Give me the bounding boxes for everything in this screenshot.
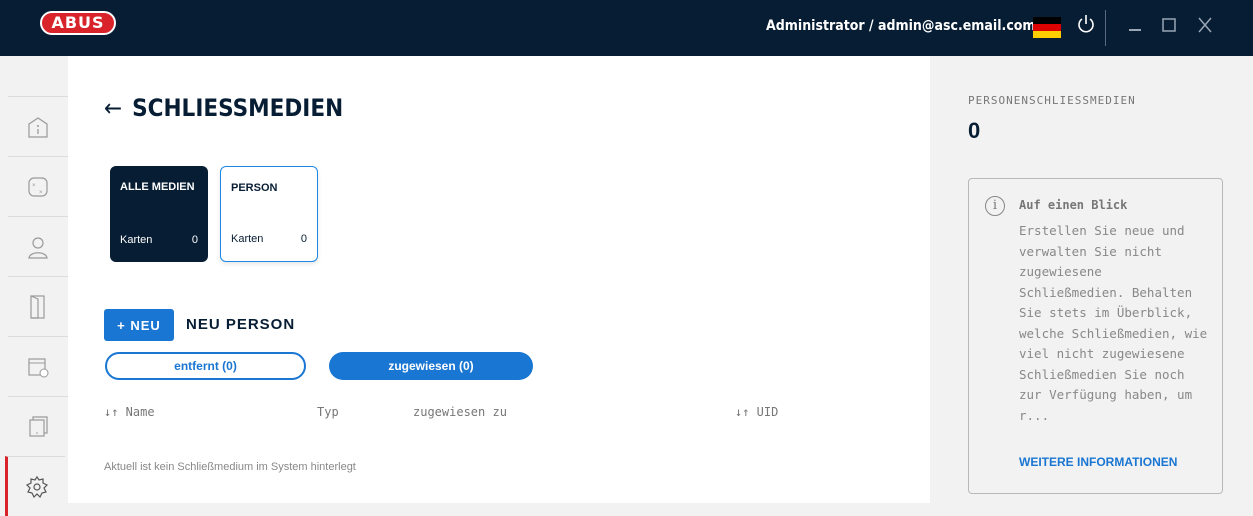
person-media-label: PERSONENSCHLIESSMEDIEN: [968, 94, 1136, 107]
calculator-icon: ××: [28, 176, 48, 197]
info-icon: [28, 116, 48, 138]
card-all-media[interactable]: ALLE MEDIEN Karten 0: [110, 166, 208, 262]
sidebar-item-settings[interactable]: [5, 456, 65, 516]
more-info-link[interactable]: WEITERE INFORMATIONEN: [1019, 455, 1177, 469]
right-panel: PERSONENSCHLIESSMEDIEN 0 i Auf einen Bli…: [930, 56, 1253, 503]
card-count-value: 0: [191, 234, 198, 246]
column-header-name[interactable]: ↓↑ Name: [104, 405, 155, 419]
sidebar-item-doors[interactable]: [8, 276, 68, 336]
card-count-value: 0: [300, 233, 307, 245]
column-header-assigned-to: zugewiesen zu: [413, 405, 507, 419]
main-content: ← SCHLIESSMEDIEN ALLE MEDIEN Karten 0 PER…: [68, 56, 930, 503]
info-box: i Auf einen Blick Erstellen Sie neue und…: [968, 178, 1223, 494]
page-title: SCHLIESSMEDIEN: [132, 94, 344, 122]
power-icon[interactable]: [1076, 12, 1096, 42]
removed-filter-button[interactable]: entfernt (0): [105, 352, 306, 380]
new-person-label: NEU PERSON: [186, 316, 296, 333]
sidebar-item-calculator[interactable]: × ×: [8, 156, 68, 216]
sidebar-item-schedule[interactable]: [8, 336, 68, 396]
language-flag-icon[interactable]: [1033, 17, 1061, 38]
calendar-icon: [28, 357, 49, 377]
card-person[interactable]: PERSON Karten 0: [220, 166, 318, 262]
gear-icon: [25, 475, 48, 498]
page-header: ← SCHLIESSMEDIEN: [104, 94, 343, 122]
info-circle-icon: i: [985, 196, 1005, 216]
user-account[interactable]: Administrator / admin@asc.email.com: [766, 18, 1036, 34]
close-icon[interactable]: [1196, 13, 1214, 43]
back-arrow-icon[interactable]: ←: [104, 94, 122, 122]
device-icon: [29, 415, 48, 437]
assigned-filter-button[interactable]: zugewiesen (0): [329, 352, 533, 380]
svg-text:×: ×: [39, 190, 43, 196]
sidebar-item-devices[interactable]: [8, 396, 68, 456]
sidebar-item-info[interactable]: [8, 96, 68, 156]
header-divider: [1105, 10, 1106, 46]
sidebar: × ×: [0, 56, 68, 516]
info-body: Erstellen Sie neue und verwalten Sie nic…: [1019, 223, 1208, 423]
door-icon: [30, 294, 45, 319]
column-header-uid[interactable]: ↓↑ UID: [735, 405, 778, 419]
new-button[interactable]: + NEU: [104, 309, 174, 341]
card-title: PERSON: [231, 182, 278, 194]
top-bar: ABUS Administrator / admin@asc.email.com: [0, 0, 1253, 56]
abus-logo: ABUS: [40, 11, 116, 35]
info-title: Auf einen Blick: [1019, 198, 1128, 212]
card-count-label: Karten: [120, 234, 153, 246]
person-media-count: 0: [968, 118, 981, 143]
minimize-icon[interactable]: [1126, 13, 1144, 43]
empty-state-message: Aktuell ist kein Schließmedium im System…: [104, 461, 356, 473]
maximize-icon[interactable]: [1160, 13, 1178, 43]
card-title: ALLE MEDIEN: [120, 181, 195, 193]
column-header-type: Typ: [317, 405, 339, 419]
svg-text:×: ×: [32, 183, 36, 189]
person-icon: [28, 236, 48, 259]
card-count-label: Karten: [231, 233, 264, 245]
sidebar-item-persons[interactable]: [8, 216, 68, 276]
